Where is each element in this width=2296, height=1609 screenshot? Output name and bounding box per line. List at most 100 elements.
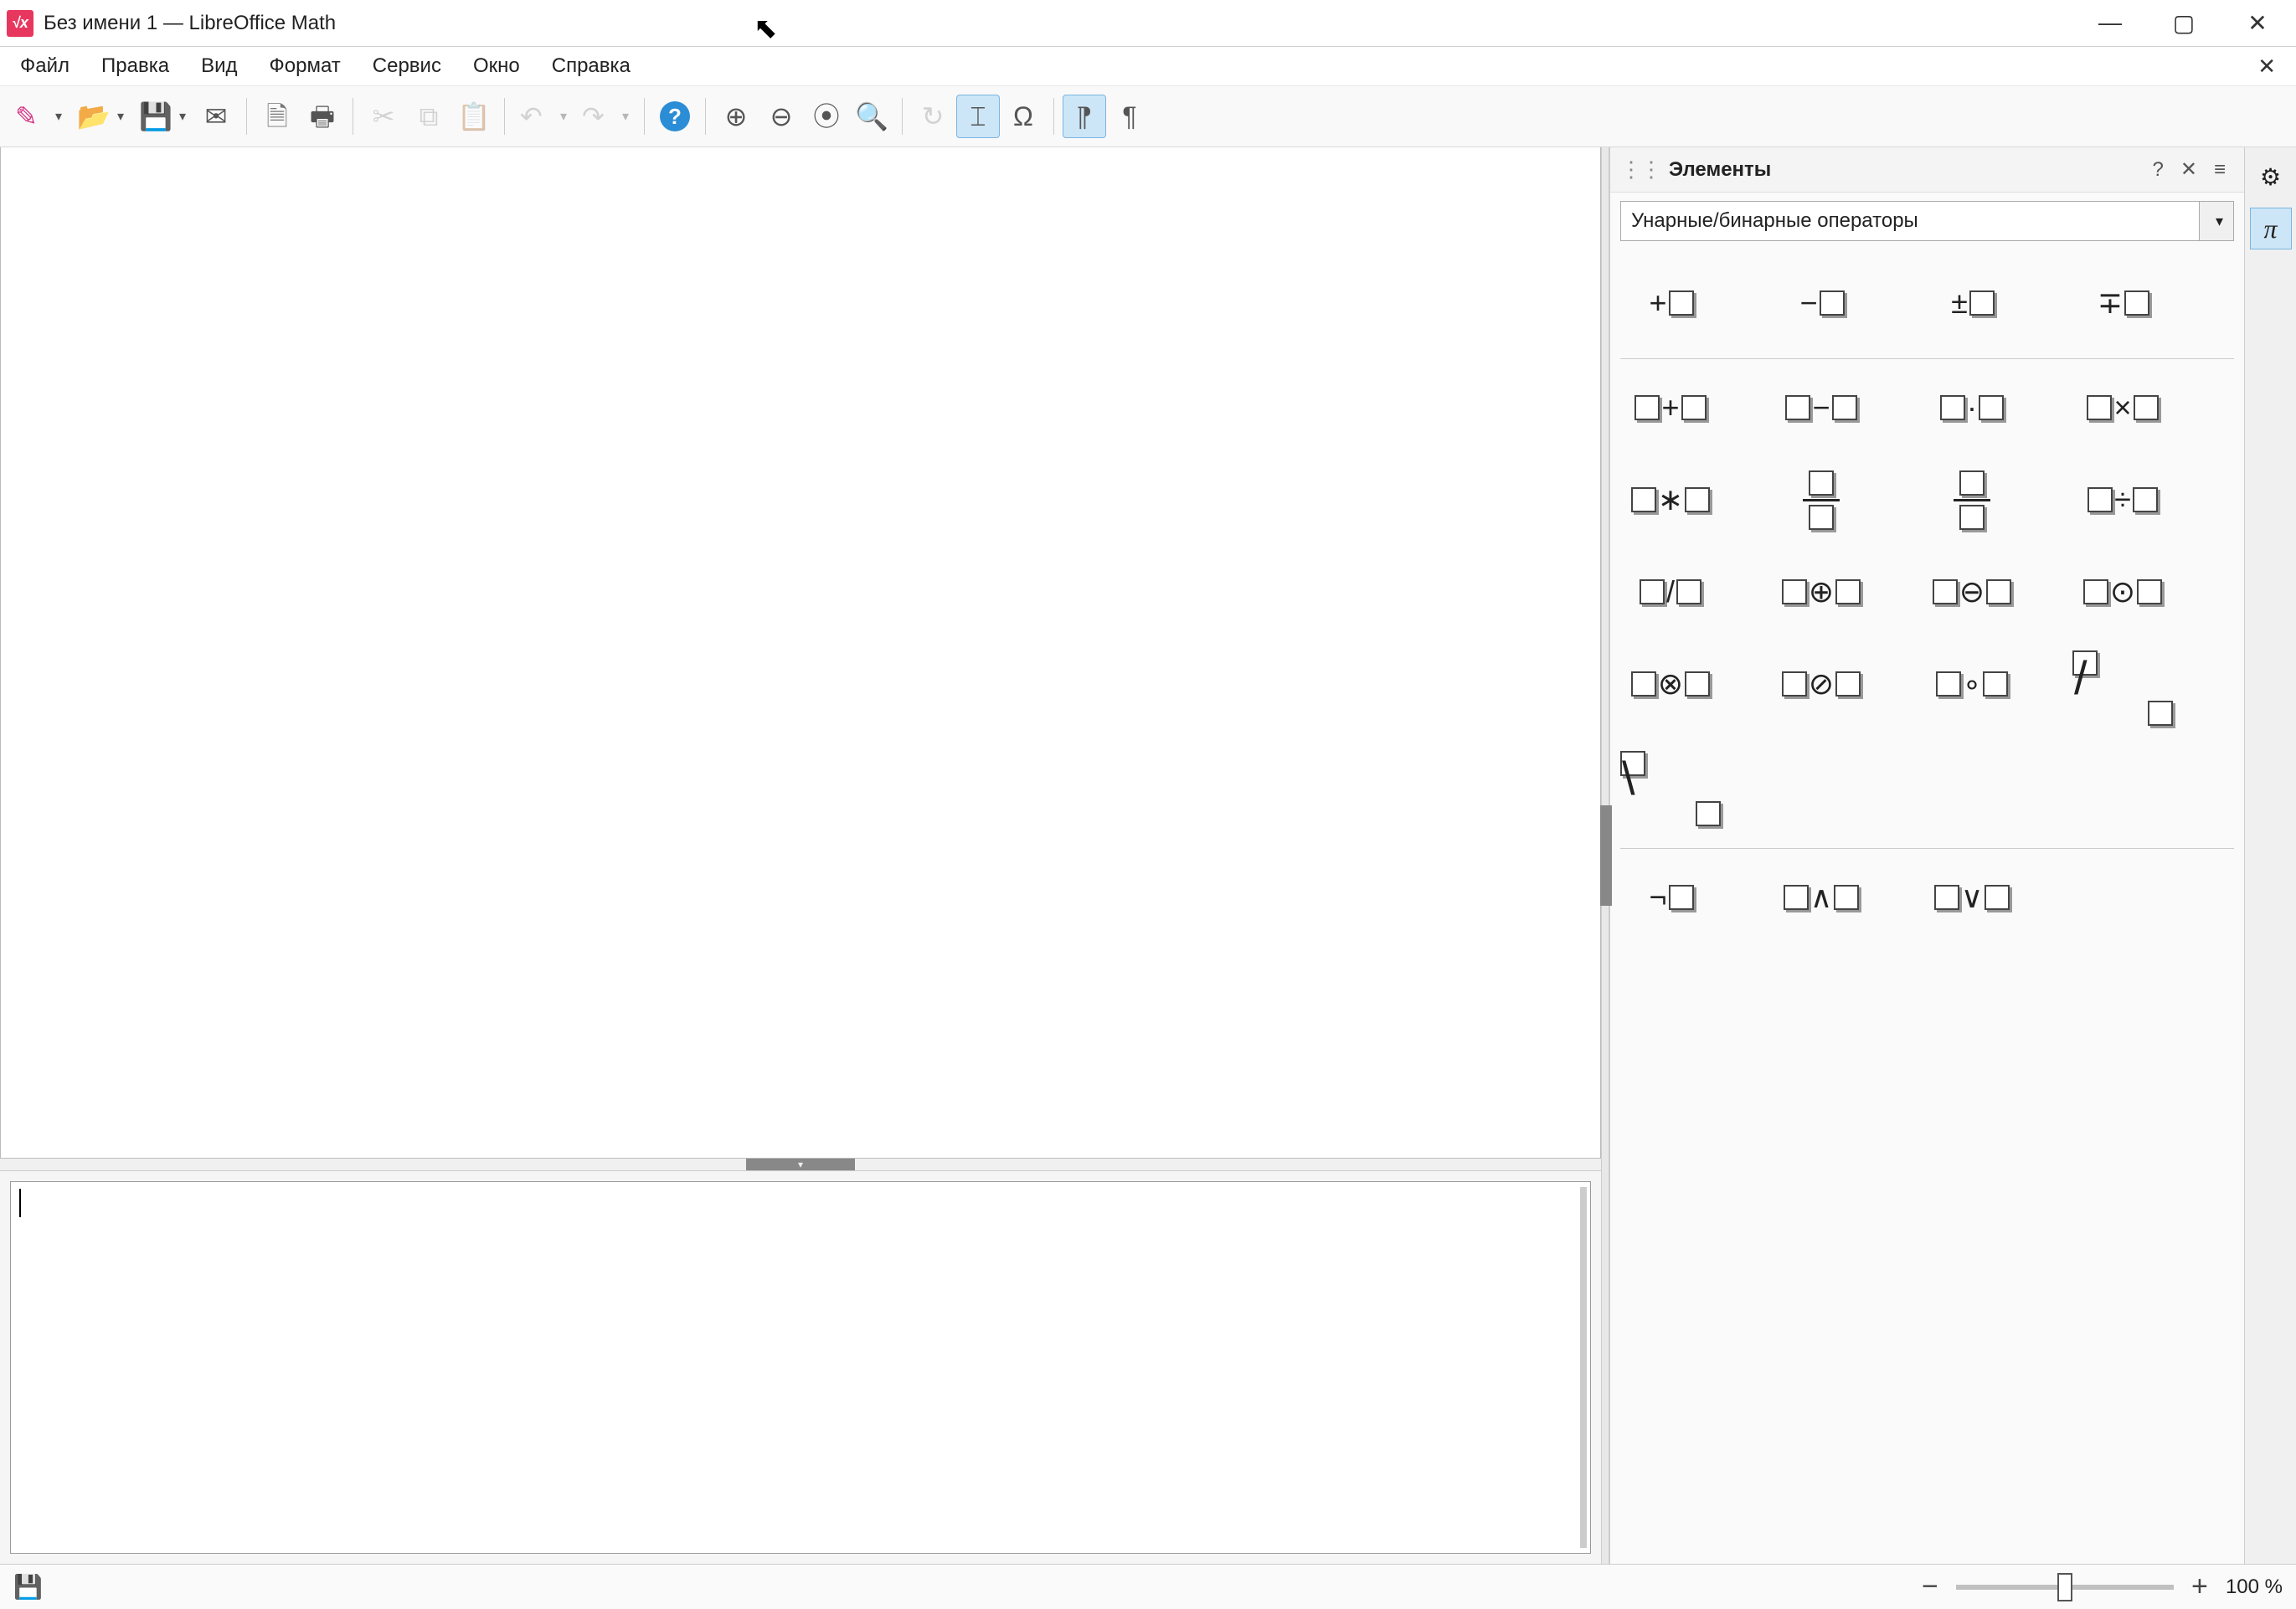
refresh-button: ↻ bbox=[911, 95, 955, 138]
elements-help-button[interactable]: ? bbox=[2144, 158, 2172, 182]
new-doc-button[interactable]: ✎ bbox=[8, 95, 69, 138]
copy-icon: ⧉ bbox=[420, 103, 439, 130]
zoom-in-button[interactable]: ⊕ bbox=[714, 95, 758, 138]
symbols-button[interactable]: Ω bbox=[1001, 95, 1045, 138]
element-times[interactable]: × bbox=[2072, 374, 2173, 441]
element-cdot[interactable]: · bbox=[1922, 374, 2022, 441]
element-minus[interactable]: − bbox=[1771, 270, 1871, 337]
undo-button: ↶ bbox=[513, 95, 574, 138]
save-status-icon[interactable]: 💾 bbox=[13, 1573, 43, 1601]
redo-icon: ↷ bbox=[582, 103, 605, 130]
print-button[interactable]: 🖶 bbox=[301, 95, 344, 138]
cursor-arrow-icon: ⬉ bbox=[754, 12, 778, 45]
paste-button: 📋 bbox=[452, 95, 496, 138]
elements-category-select[interactable]: Унарные/бинарные операторы ▾ bbox=[1620, 201, 2234, 241]
mail-button[interactable]: ✉ bbox=[194, 95, 238, 138]
format-left-button[interactable]: ¶ bbox=[1063, 95, 1106, 138]
menu-item-1[interactable]: Правка bbox=[86, 49, 184, 83]
zoom-in-button[interactable]: + bbox=[2187, 1570, 2212, 1603]
zoom-out-button[interactable]: ⊖ bbox=[759, 95, 803, 138]
window-title: Без имени 1 — LibreOffice Math bbox=[44, 12, 336, 35]
zoom-in-icon: ⊕ bbox=[725, 103, 748, 130]
save-icon: 💾 bbox=[139, 103, 172, 130]
element-plus[interactable]: + bbox=[1620, 270, 1721, 337]
element-oslash[interactable]: ⊘ bbox=[1771, 650, 1871, 717]
elements-section-unary: +−± ∓ bbox=[1620, 254, 2234, 359]
toolbar-separator bbox=[644, 98, 645, 135]
element-ominus[interactable]: ⊖ bbox=[1922, 558, 2022, 625]
print-icon: 🖶 bbox=[310, 103, 335, 130]
zoom-fit-button[interactable]: 🔍 bbox=[850, 95, 893, 138]
elements-menu-button[interactable]: ≡ bbox=[2206, 158, 2234, 182]
drag-handle-icon[interactable]: ⋮⋮ bbox=[1620, 157, 1660, 182]
open-button[interactable]: 📂 bbox=[70, 95, 131, 138]
help-button[interactable]: ? bbox=[653, 95, 697, 138]
sidebar-tab-elements[interactable]: π bbox=[2250, 208, 2292, 249]
element-minusplus[interactable]: ∓ bbox=[2072, 270, 2173, 337]
mail-icon: ✉ bbox=[205, 103, 228, 130]
element-wideslash[interactable]: / bbox=[2072, 650, 2173, 726]
element-otimes[interactable]: ⊗ bbox=[1620, 650, 1721, 717]
element-slash[interactable]: / bbox=[1620, 558, 1721, 625]
toolbar-separator bbox=[246, 98, 247, 135]
element-sub[interactable]: − bbox=[1771, 374, 1871, 441]
splitter-vertical[interactable] bbox=[1601, 147, 1609, 1564]
copy-button: ⧉ bbox=[407, 95, 450, 138]
refresh-icon: ↻ bbox=[922, 103, 945, 130]
element-oplus[interactable]: ⊕ bbox=[1771, 558, 1871, 625]
menu-item-3[interactable]: Формат bbox=[255, 49, 356, 83]
zoom-out-button[interactable]: − bbox=[1918, 1570, 1943, 1603]
format-right-icon: ¶ bbox=[1122, 103, 1136, 130]
toolbar-separator bbox=[504, 98, 505, 135]
zoom-fit-icon: 🔍 bbox=[855, 103, 888, 130]
formula-cursor-button[interactable]: ⌶ bbox=[956, 95, 1000, 138]
cut-icon: ✂ bbox=[373, 103, 395, 130]
elements-close-button[interactable]: ✕ bbox=[2172, 157, 2206, 182]
element-neg[interactable]: ¬ bbox=[1620, 864, 1721, 931]
paste-icon: 📋 bbox=[457, 103, 491, 130]
zoom-value: 100 % bbox=[2226, 1576, 2283, 1599]
toolbar-separator bbox=[705, 98, 706, 135]
splitter-horizontal[interactable]: ▾ bbox=[0, 1159, 1601, 1170]
save-button[interactable]: 💾 bbox=[132, 95, 193, 138]
element-widebslash[interactable]: \ bbox=[1620, 751, 1721, 826]
menu-item-0[interactable]: Файл bbox=[5, 49, 85, 83]
menu-item-2[interactable]: Вид bbox=[186, 49, 252, 83]
element-circ[interactable]: ∘ bbox=[1922, 650, 2022, 717]
sidebar-settings-button[interactable]: ⚙ bbox=[2250, 156, 2292, 198]
element-frac2[interactable] bbox=[1922, 466, 2022, 533]
toolbar-separator bbox=[1053, 98, 1054, 135]
menu-item-4[interactable]: Сервис bbox=[358, 49, 456, 83]
element-or[interactable]: ∨ bbox=[1922, 864, 2022, 931]
element-add[interactable]: + bbox=[1620, 374, 1721, 441]
toolbar: ✎ 📂 💾 ✉ 🗎 🖶 ✂ ⧉ 📋 ↶ ↷? ⊕ ⊖ ⦿ 🔍 ↻ ⌶ Ω ¶ ¶ bbox=[0, 85, 2296, 147]
elements-section-logical: ¬ ∧ ∨ bbox=[1620, 849, 2234, 953]
elements-sidebar: ⋮⋮ Элементы ? ✕ ≡ Унарные/бинарные опера… bbox=[1609, 147, 2296, 1564]
minimize-button[interactable]: — bbox=[2093, 9, 2127, 37]
menu-item-5[interactable]: Окно bbox=[458, 49, 535, 83]
element-ast[interactable]: ∗ bbox=[1620, 466, 1721, 533]
export-pdf-button[interactable]: 🗎 bbox=[255, 95, 299, 138]
zoom-100-button[interactable]: ⦿ bbox=[805, 95, 848, 138]
element-odot[interactable]: ⊙ bbox=[2072, 558, 2173, 625]
zoom-100-icon: ⦿ bbox=[813, 103, 840, 130]
splitter-handle-icon: ▾ bbox=[746, 1159, 855, 1170]
element-and[interactable]: ∧ bbox=[1771, 864, 1871, 931]
element-frac1[interactable] bbox=[1771, 466, 1871, 533]
formula-cursor-icon: ⌶ bbox=[970, 103, 986, 130]
close-document-button[interactable]: ✕ bbox=[2257, 54, 2291, 80]
undo-icon: ↶ bbox=[520, 103, 543, 130]
maximize-button[interactable]: ▢ bbox=[2167, 9, 2201, 37]
menu-item-6[interactable]: Справка bbox=[537, 49, 646, 83]
zoom-out-icon: ⊖ bbox=[770, 103, 793, 130]
editor-scrollbar[interactable] bbox=[1580, 1187, 1587, 1548]
format-left-icon: ¶ bbox=[1077, 103, 1091, 130]
close-button[interactable]: ✕ bbox=[2241, 9, 2274, 37]
format-right-button[interactable]: ¶ bbox=[1108, 95, 1151, 138]
element-plusminus[interactable]: ± bbox=[1922, 270, 2022, 337]
formula-preview[interactable] bbox=[0, 147, 1601, 1159]
open-icon: 📂 bbox=[77, 103, 111, 130]
formula-editor[interactable] bbox=[10, 1181, 1591, 1554]
zoom-slider[interactable] bbox=[1956, 1585, 2174, 1590]
element-div[interactable]: ÷ bbox=[2072, 466, 2173, 533]
